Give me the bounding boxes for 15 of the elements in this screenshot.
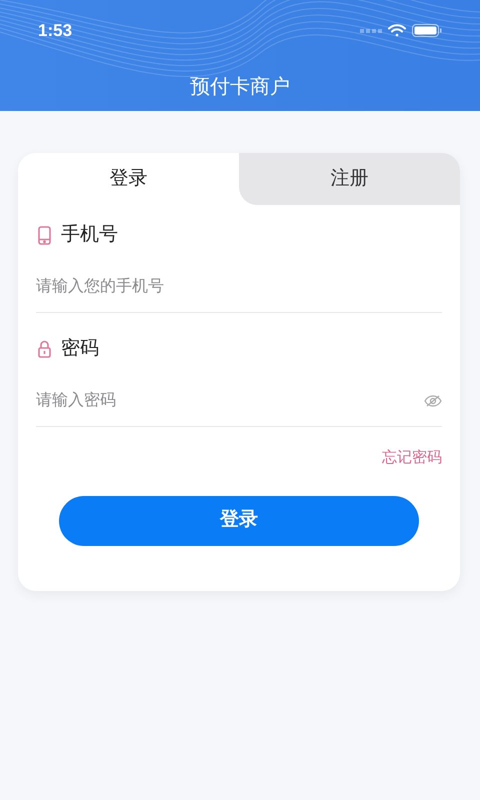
signal-icon [360, 28, 382, 33]
eye-hidden-icon[interactable] [424, 394, 442, 406]
tab[interactable]: 登录 [18, 153, 239, 205]
phone-icon [38, 226, 51, 244]
tab[interactable]: 注册 [239, 153, 460, 205]
wifi-icon [388, 24, 406, 38]
status-time: 1:53 [38, 20, 72, 42]
page-title: 预付卡商户 [190, 74, 290, 100]
lock-icon [38, 340, 51, 358]
login-button[interactable]: 登录 [59, 496, 419, 546]
input-field[interactable]: 请输入密码 [36, 388, 424, 412]
field-label: 密码 [61, 336, 99, 361]
input-field[interactable]: 请输入您的手机号 [36, 274, 442, 298]
field-label: 手机号 [61, 222, 118, 247]
battery-icon [412, 24, 442, 38]
